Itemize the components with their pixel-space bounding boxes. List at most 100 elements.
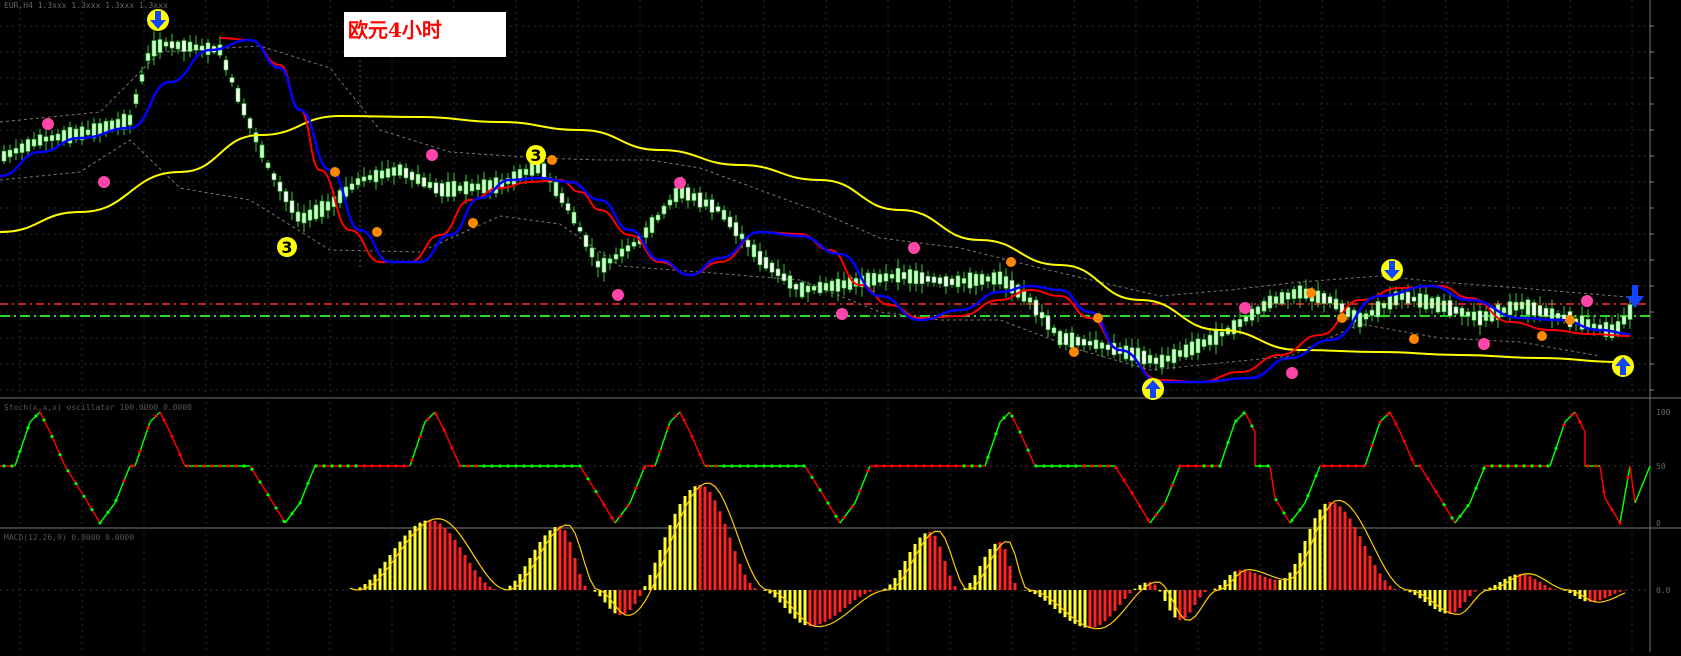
candle (607, 258, 613, 264)
pink-marker-icon (1478, 338, 1490, 350)
candle (583, 234, 589, 247)
candle (1063, 333, 1069, 346)
candle (1081, 338, 1087, 346)
osc-dot (1482, 466, 1486, 471)
osc-dot (34, 414, 38, 418)
candle (145, 53, 151, 61)
osc-dot (1154, 513, 1158, 517)
candle (1549, 308, 1555, 320)
candle (97, 123, 103, 135)
candle (613, 254, 619, 260)
osc-segment (1269, 465, 1276, 499)
pink-marker-icon (674, 177, 686, 189)
osc-dot (1298, 508, 1302, 512)
osc-dot (530, 464, 534, 468)
candle (829, 280, 835, 292)
candle (1183, 344, 1189, 358)
osc-dot (1474, 486, 1478, 490)
candle (175, 41, 181, 50)
candle (889, 274, 895, 279)
osc-dot (1194, 464, 1198, 468)
candle (721, 209, 727, 220)
candle (43, 136, 49, 142)
candle (577, 227, 583, 232)
osc-dot (1218, 464, 1222, 468)
osc-dot (90, 508, 94, 512)
osc-dot (1466, 504, 1470, 508)
chart-title: 欧元4小时 (348, 18, 442, 42)
osc-dot (666, 426, 670, 430)
osc-dot (1002, 416, 1006, 420)
osc-dot (970, 464, 974, 468)
osc-dot (1098, 464, 1102, 468)
osc-dot (1114, 466, 1118, 470)
candle (1477, 310, 1483, 326)
osc-dot (1234, 419, 1238, 423)
orange-marker-icon (1565, 315, 1575, 325)
osc-dot (338, 464, 342, 468)
yellow-number-label: 3 (281, 238, 292, 257)
osc-segment (269, 497, 286, 524)
osc-dot (522, 464, 526, 468)
candle (589, 247, 595, 258)
osc-dot (850, 505, 854, 509)
candle (1429, 297, 1435, 309)
candle (703, 199, 709, 207)
candle (1273, 296, 1279, 304)
osc-dot (906, 464, 910, 468)
candle (1513, 301, 1519, 311)
candle (1297, 285, 1303, 299)
osc-dot (698, 453, 702, 457)
candle (655, 214, 661, 221)
orange-marker-icon (1337, 313, 1347, 323)
osc-dot (1170, 484, 1174, 488)
candle (1333, 298, 1339, 310)
candle (769, 262, 775, 273)
osc-segment (984, 421, 1001, 467)
candle (919, 272, 925, 284)
lower-envelope-line (0, 139, 1601, 371)
osc-dot (458, 464, 462, 468)
osc-segment (114, 465, 131, 504)
candle (697, 192, 703, 208)
osc-segment (1389, 411, 1401, 433)
osc-dot (314, 464, 318, 468)
candle (241, 103, 247, 116)
candle (511, 171, 517, 185)
osc-dot (298, 501, 302, 505)
osc-dot (1018, 430, 1022, 434)
osc-dot (274, 506, 278, 510)
candle (931, 276, 937, 283)
candle (799, 282, 805, 298)
osc-dot (626, 504, 630, 508)
osc-dot (210, 464, 214, 468)
osc-dot (450, 446, 454, 450)
osc-dot (858, 489, 862, 493)
osc-dot (354, 464, 358, 468)
candle (307, 209, 313, 221)
candle (1219, 331, 1225, 337)
candle (1213, 329, 1219, 345)
candle (667, 199, 673, 206)
candle (289, 200, 295, 213)
pink-marker-icon (426, 149, 438, 161)
osc-dot (506, 464, 510, 468)
candle (673, 187, 679, 203)
candle (871, 272, 877, 286)
candle (643, 227, 649, 238)
candle (631, 241, 637, 247)
candle (133, 93, 139, 105)
osc-dot (1274, 498, 1278, 502)
osc-dot (578, 464, 582, 468)
osc-segment (1419, 465, 1441, 499)
candle (1369, 309, 1375, 316)
candle (355, 178, 361, 186)
pink-marker-icon (42, 118, 54, 130)
osc-dot (650, 464, 654, 468)
osc-dot (162, 418, 166, 422)
osc-dot (610, 516, 614, 520)
osc-dot (1010, 414, 1014, 418)
candle (193, 44, 199, 51)
osc-tick-label: 100 (1656, 408, 1671, 417)
candle (1321, 292, 1327, 304)
